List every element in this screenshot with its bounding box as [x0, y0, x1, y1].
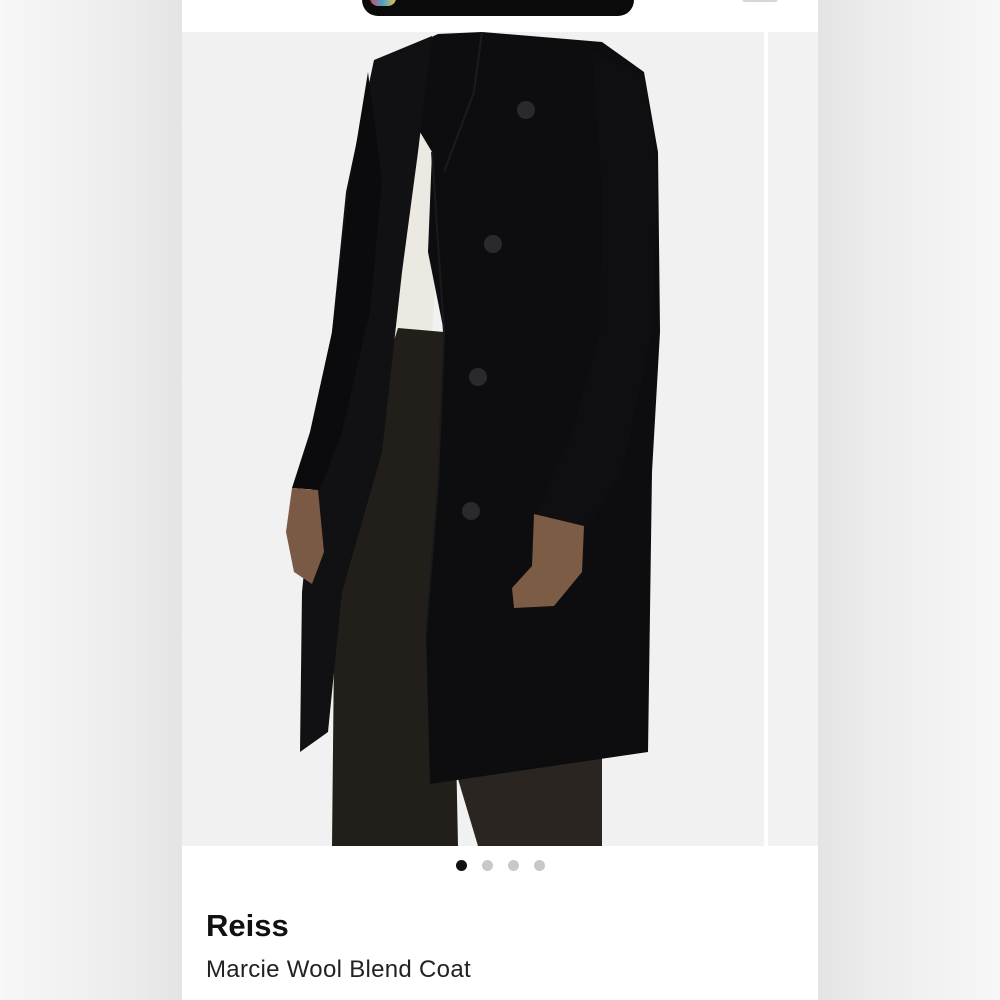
- brand-name[interactable]: Reiss: [206, 908, 289, 944]
- product-image-gallery[interactable]: [182, 32, 818, 846]
- phone-screen: Reiss Marcie Wool Blend Coat: [182, 0, 818, 1000]
- product-image[interactable]: [182, 32, 764, 846]
- product-title: Marcie Wool Blend Coat: [206, 956, 471, 983]
- pagination-dot-2[interactable]: [481, 860, 493, 871]
- pagination-dot-3[interactable]: [507, 860, 519, 871]
- next-product-image-peek[interactable]: [768, 32, 818, 846]
- right-backdrop: [818, 0, 1000, 1000]
- pagination-dot-4[interactable]: [533, 860, 545, 871]
- left-backdrop: [0, 0, 182, 1000]
- dynamic-island: [362, 0, 634, 16]
- coat-photo: [286, 32, 660, 846]
- gallery-pagination: [182, 860, 818, 871]
- app-thumbnail-icon: [370, 0, 396, 6]
- status-indicator: [742, 0, 778, 2]
- pagination-dot-1[interactable]: [455, 860, 467, 871]
